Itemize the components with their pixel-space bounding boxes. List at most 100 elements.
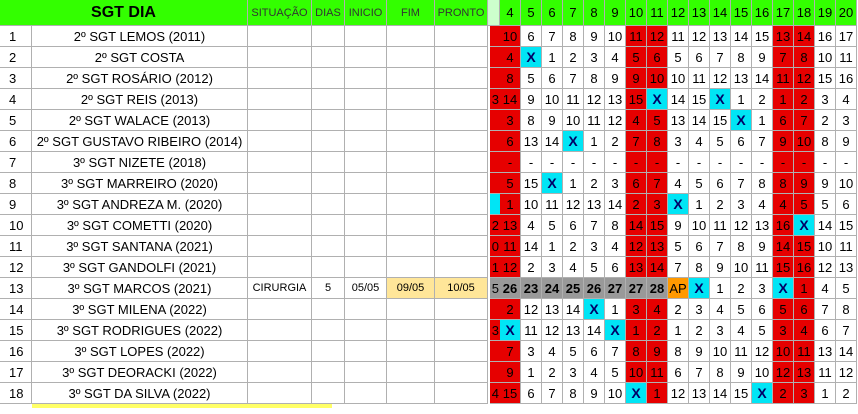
day-cell-17[interactable]: 16 bbox=[773, 215, 794, 236]
day-cell-19[interactable]: 10 bbox=[815, 47, 836, 68]
row-inicio[interactable] bbox=[345, 257, 387, 278]
row-prev-day-cell[interactable] bbox=[490, 173, 500, 194]
row-prev-day-cell[interactable] bbox=[490, 131, 500, 152]
day-cell-5[interactable]: 1 bbox=[521, 362, 542, 383]
row-fim[interactable] bbox=[387, 299, 435, 320]
day-cell-18[interactable]: 3 bbox=[794, 383, 815, 404]
row-situacao[interactable] bbox=[248, 320, 312, 341]
day-cell-19[interactable]: 4 bbox=[815, 278, 836, 299]
row-situacao[interactable] bbox=[248, 68, 312, 89]
row-inicio[interactable] bbox=[345, 341, 387, 362]
day-cell-17[interactable]: 12 bbox=[773, 362, 794, 383]
day-cell-12[interactable]: - bbox=[668, 152, 689, 173]
row-inicio[interactable] bbox=[345, 362, 387, 383]
day-cell-5[interactable]: 14 bbox=[521, 236, 542, 257]
row-prev-day-cell[interactable]: 0 bbox=[490, 236, 500, 257]
day-cell-19[interactable]: 14 bbox=[815, 215, 836, 236]
row-situacao[interactable] bbox=[248, 236, 312, 257]
row-fim[interactable] bbox=[387, 383, 435, 404]
day-cell-13[interactable]: 13 bbox=[689, 383, 710, 404]
row-number[interactable]: 16 bbox=[0, 341, 32, 362]
day-cell-4[interactable]: 26 bbox=[500, 278, 521, 299]
day-cell-20[interactable]: 6 bbox=[836, 194, 857, 215]
day-cell-5[interactable]: 23 bbox=[521, 278, 542, 299]
day-cell-6[interactable]: 7 bbox=[542, 383, 563, 404]
day-cell-14[interactable]: 13 bbox=[710, 26, 731, 47]
day-cell-4[interactable]: 14 bbox=[500, 89, 521, 110]
day-cell-14[interactable]: 10 bbox=[710, 341, 731, 362]
day-cell-11[interactable]: 4 bbox=[647, 299, 668, 320]
row-pronto[interactable] bbox=[435, 131, 488, 152]
row-fim[interactable] bbox=[387, 194, 435, 215]
day-cell-4[interactable]: 7 bbox=[500, 341, 521, 362]
row-dias[interactable] bbox=[312, 320, 345, 341]
day-cell-5[interactable]: 10 bbox=[521, 194, 542, 215]
row-inicio[interactable] bbox=[345, 320, 387, 341]
row-situacao[interactable] bbox=[248, 26, 312, 47]
day-cell-19[interactable]: - bbox=[815, 152, 836, 173]
day-cell-10[interactable]: 7 bbox=[626, 131, 647, 152]
row-prev-day-cell[interactable] bbox=[490, 68, 500, 89]
row-inicio[interactable] bbox=[345, 236, 387, 257]
day-cell-17[interactable]: 13 bbox=[773, 26, 794, 47]
day-cell-17[interactable]: X bbox=[773, 278, 794, 299]
day-cell-10[interactable]: - bbox=[626, 152, 647, 173]
day-cell-14[interactable]: X bbox=[710, 89, 731, 110]
row-pronto[interactable] bbox=[435, 215, 488, 236]
row-number[interactable]: 13 bbox=[0, 278, 32, 299]
row-dias[interactable] bbox=[312, 194, 345, 215]
day-cell-12[interactable]: 13 bbox=[668, 110, 689, 131]
day-cell-15[interactable]: 3 bbox=[731, 194, 752, 215]
day-cell-6[interactable]: 1 bbox=[542, 236, 563, 257]
row-inicio[interactable] bbox=[345, 299, 387, 320]
row-situacao[interactable]: CIRURGIA bbox=[248, 278, 312, 299]
day-cell-14[interactable]: - bbox=[710, 152, 731, 173]
row-dias[interactable] bbox=[312, 47, 345, 68]
header-day-14[interactable]: 14 bbox=[710, 0, 731, 26]
day-cell-7[interactable]: 13 bbox=[563, 320, 584, 341]
day-cell-14[interactable]: 6 bbox=[710, 173, 731, 194]
row-prev-day-cell[interactable]: 5 bbox=[490, 278, 500, 299]
header-day-9[interactable]: 9 bbox=[605, 0, 626, 26]
day-cell-12[interactable]: 8 bbox=[668, 341, 689, 362]
day-cell-16[interactable]: 11 bbox=[752, 257, 773, 278]
row-situacao[interactable] bbox=[248, 89, 312, 110]
row-name[interactable]: 2º SGT REIS (2013) bbox=[32, 89, 248, 110]
day-cell-5[interactable]: 8 bbox=[521, 110, 542, 131]
header-day-18[interactable]: 18 bbox=[794, 0, 815, 26]
day-cell-14[interactable]: 9 bbox=[710, 257, 731, 278]
row-number[interactable]: 10 bbox=[0, 215, 32, 236]
row-number[interactable]: 15 bbox=[0, 320, 32, 341]
row-inicio[interactable] bbox=[345, 89, 387, 110]
day-cell-17[interactable]: 11 bbox=[773, 68, 794, 89]
day-cell-8[interactable]: 1 bbox=[584, 131, 605, 152]
row-pronto[interactable] bbox=[435, 299, 488, 320]
day-cell-16[interactable]: 6 bbox=[752, 299, 773, 320]
day-cell-15[interactable]: 8 bbox=[731, 47, 752, 68]
day-cell-16[interactable]: 14 bbox=[752, 68, 773, 89]
day-cell-5[interactable]: 6 bbox=[521, 26, 542, 47]
day-cell-7[interactable]: 25 bbox=[563, 278, 584, 299]
header-title[interactable]: SGT DIA bbox=[0, 0, 248, 26]
day-cell-9[interactable]: - bbox=[605, 152, 626, 173]
day-cell-4[interactable]: 12 bbox=[500, 257, 521, 278]
day-cell-19[interactable]: 3 bbox=[815, 89, 836, 110]
header-day-15[interactable]: 15 bbox=[731, 0, 752, 26]
day-cell-10[interactable]: 6 bbox=[626, 173, 647, 194]
row-number[interactable]: 4 bbox=[0, 89, 32, 110]
row-fim[interactable] bbox=[387, 173, 435, 194]
day-cell-19[interactable]: 2 bbox=[815, 110, 836, 131]
day-cell-18[interactable]: 15 bbox=[794, 236, 815, 257]
day-cell-12[interactable]: 7 bbox=[668, 257, 689, 278]
day-cell-15[interactable]: 5 bbox=[731, 299, 752, 320]
day-cell-17[interactable]: 10 bbox=[773, 341, 794, 362]
day-cell-10[interactable]: 2 bbox=[626, 194, 647, 215]
day-cell-16[interactable]: 8 bbox=[752, 173, 773, 194]
day-cell-5[interactable]: 2 bbox=[521, 257, 542, 278]
day-cell-12[interactable]: 14 bbox=[668, 89, 689, 110]
day-cell-16[interactable]: 9 bbox=[752, 47, 773, 68]
day-cell-20[interactable]: 3 bbox=[836, 110, 857, 131]
day-cell-17[interactable]: 4 bbox=[773, 194, 794, 215]
day-cell-17[interactable]: 7 bbox=[773, 47, 794, 68]
row-dias[interactable]: 5 bbox=[312, 278, 345, 299]
